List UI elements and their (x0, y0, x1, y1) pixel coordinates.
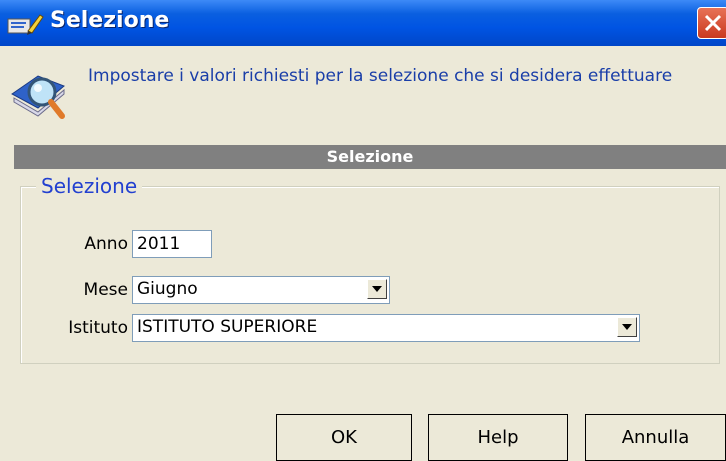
app-icon (6, 13, 46, 37)
search-book-icon (8, 64, 72, 124)
section-header: Selezione (14, 145, 726, 169)
mese-label: Mese (83, 280, 128, 300)
title-bar[interactable]: Selezione (0, 0, 726, 46)
group-legend: Selezione (36, 174, 143, 198)
ok-button[interactable]: OK (276, 414, 412, 461)
mese-select[interactable]: Giugno (132, 276, 390, 304)
instructions-text: Impostare i valori richiesti per la sele… (88, 66, 673, 86)
chevron-down-icon[interactable] (367, 279, 387, 299)
istituto-value: ISTITUTO SUPERIORE (137, 317, 318, 337)
chevron-down-icon[interactable] (617, 317, 637, 337)
cancel-button[interactable]: Annulla (585, 414, 726, 461)
anno-label: Anno (84, 234, 128, 254)
anno-field[interactable] (132, 230, 212, 258)
help-button[interactable]: Help (428, 414, 568, 461)
close-icon (704, 14, 722, 32)
istituto-select[interactable]: ISTITUTO SUPERIORE (132, 314, 640, 342)
istituto-label: Istituto (68, 318, 128, 338)
window-title: Selezione (50, 8, 170, 33)
close-button[interactable] (697, 7, 726, 39)
mese-value: Giugno (137, 279, 198, 299)
